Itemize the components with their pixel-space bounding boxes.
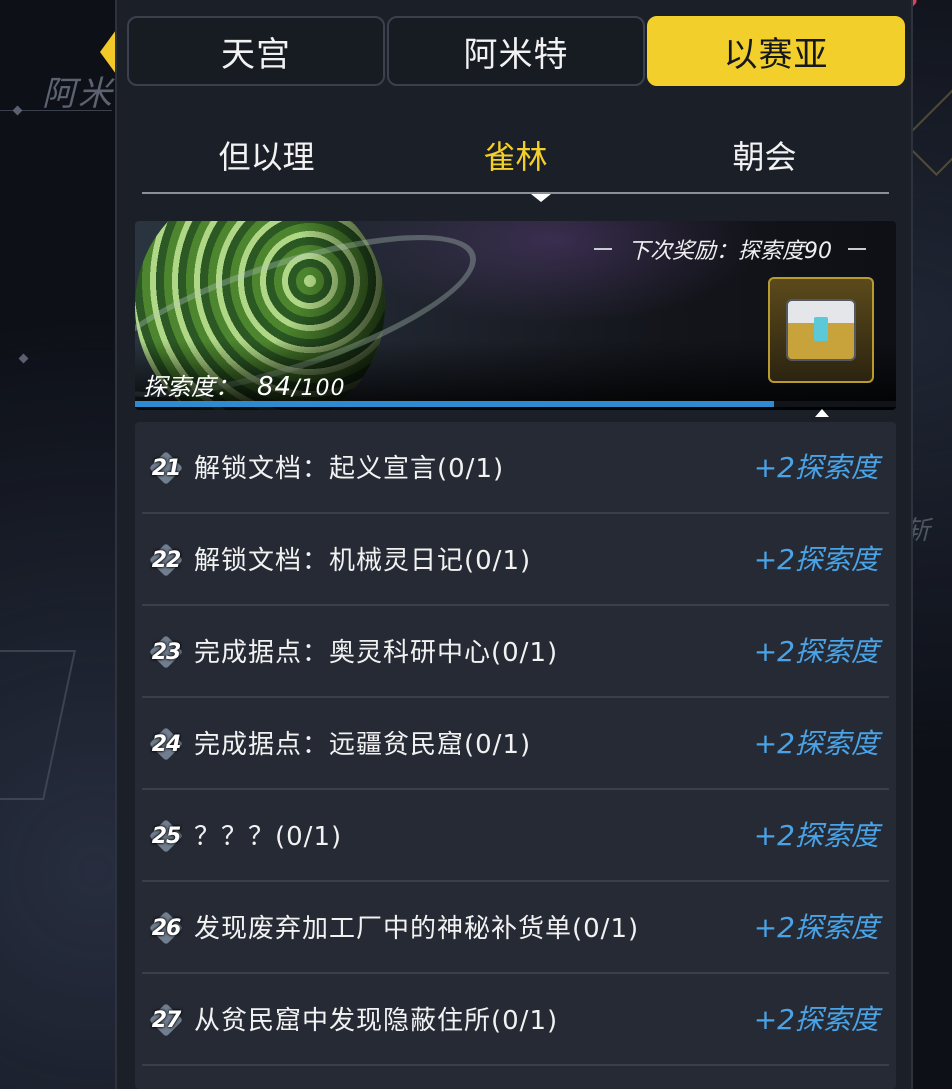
task-reward: +2探索度: [753, 911, 879, 944]
task-title: 从贫民窟中发现隐蔽住所(0/1): [194, 1006, 559, 1036]
task-list: 21 解锁文档：起义宣言(0/1) +2探索度 22 解锁文档：机械灵日记(0/…: [135, 422, 896, 1089]
region-tab-label: 天宫: [221, 34, 291, 75]
area-tab-label: 雀林: [483, 138, 548, 176]
task-number: 26: [151, 915, 182, 941]
task-title: 完成据点：奥灵科研中心(0/1): [194, 638, 559, 668]
exploration-banner: 下次奖励：探索度90 探索度： 84/100: [135, 221, 896, 410]
region-tab-1[interactable]: 天宫: [127, 16, 385, 86]
task-title: 解锁文档：起义宣言(0/1): [194, 454, 505, 484]
reward-chest-button[interactable]: [768, 277, 874, 383]
task-number: 24: [151, 731, 182, 757]
task-row[interactable]: 21 解锁文档：起义宣言(0/1) +2探索度: [142, 422, 889, 514]
task-number-badge-icon: 24: [148, 726, 184, 762]
progress-bar: [135, 401, 896, 407]
task-number-badge-icon: 25: [148, 818, 184, 854]
region-tab-label: 以赛亚: [723, 34, 829, 75]
task-number-badge-icon: 22: [148, 542, 184, 578]
region-tab-label: 阿米特: [463, 34, 569, 75]
task-number: 23: [151, 639, 182, 665]
progress-bar-fill: [135, 401, 775, 407]
task-title: 完成据点：远疆贫民窟(0/1): [194, 730, 532, 760]
task-number: 25: [151, 823, 182, 849]
region-tab-3[interactable]: 以赛亚: [647, 16, 905, 86]
task-number: 22: [151, 547, 182, 573]
reward-threshold-marker-icon: [815, 409, 829, 417]
task-number: 21: [151, 455, 182, 481]
task-title: 发现废弃加工厂中的神秘补货单(0/1): [194, 914, 640, 944]
area-tab-2[interactable]: 雀林: [391, 132, 640, 178]
task-number: 27: [151, 1007, 182, 1033]
task-reward: +2探索度: [753, 543, 879, 576]
progress-label: 探索度：: [143, 373, 239, 401]
exploration-panel: 天宫 阿米特 以赛亚 但以理 雀林 朝会 下次奖励：探索度90 探索度： 84/…: [115, 0, 913, 1089]
task-reward: +2探索度: [753, 727, 879, 760]
background-region-label: 阿米: [42, 74, 114, 114]
task-title: 解锁文档：机械灵日记(0/1): [194, 546, 532, 576]
progress-current: 84: [257, 372, 293, 402]
task-reward: +2探索度: [753, 1003, 879, 1036]
task-row[interactable]: 22 解锁文档：机械灵日记(0/1) +2探索度: [142, 514, 889, 606]
task-row[interactable]: 23 完成据点：奥灵科研中心(0/1) +2探索度: [142, 606, 889, 698]
task-row[interactable]: 27 从贫民窟中发现隐蔽住所(0/1) +2探索度: [142, 974, 889, 1066]
next-reward-text: 下次奖励：探索度90: [628, 239, 832, 264]
area-tab-label: 朝会: [732, 138, 797, 176]
area-tabs-underline: [142, 192, 889, 194]
task-reward: +2探索度: [753, 635, 879, 668]
background-node-dot: [12, 105, 23, 116]
task-number-badge-icon: 21: [148, 450, 184, 486]
progress-total: /100: [292, 376, 346, 401]
region-tab-2[interactable]: 阿米特: [387, 16, 645, 86]
task-number-badge-icon: 27: [148, 1002, 184, 1038]
progress-value: 84/100: [257, 372, 346, 402]
region-tabs: 天宫 阿米特 以赛亚: [127, 16, 905, 86]
task-number-badge-icon: 23: [148, 634, 184, 670]
area-tab-label: 但以理: [218, 138, 315, 176]
background-node-dot: [18, 353, 29, 364]
task-row[interactable]: 26 发现废弃加工厂中的神秘补货单(0/1) +2探索度: [142, 882, 889, 974]
active-tab-caret-icon: [531, 194, 551, 202]
task-number-badge-icon: 26: [148, 910, 184, 946]
task-reward: +2探索度: [753, 819, 879, 852]
task-reward: +2探索度: [753, 451, 879, 484]
task-row[interactable]: 24 完成据点：远疆贫民窟(0/1) +2探索度: [142, 698, 889, 790]
task-row[interactable]: 25 ？？？(0/1) +2探索度: [142, 790, 889, 882]
background-map-frame: [0, 650, 76, 800]
area-tabs: 但以理 雀林 朝会: [142, 118, 889, 202]
exploration-progress: 探索度： 84/100: [143, 367, 346, 402]
task-title: ？？？(0/1): [194, 822, 343, 852]
supply-crate-icon: [786, 299, 856, 361]
area-tab-3[interactable]: 朝会: [640, 132, 889, 178]
next-reward-label: 下次奖励：探索度90: [594, 233, 866, 265]
area-tab-1[interactable]: 但以理: [142, 132, 391, 178]
